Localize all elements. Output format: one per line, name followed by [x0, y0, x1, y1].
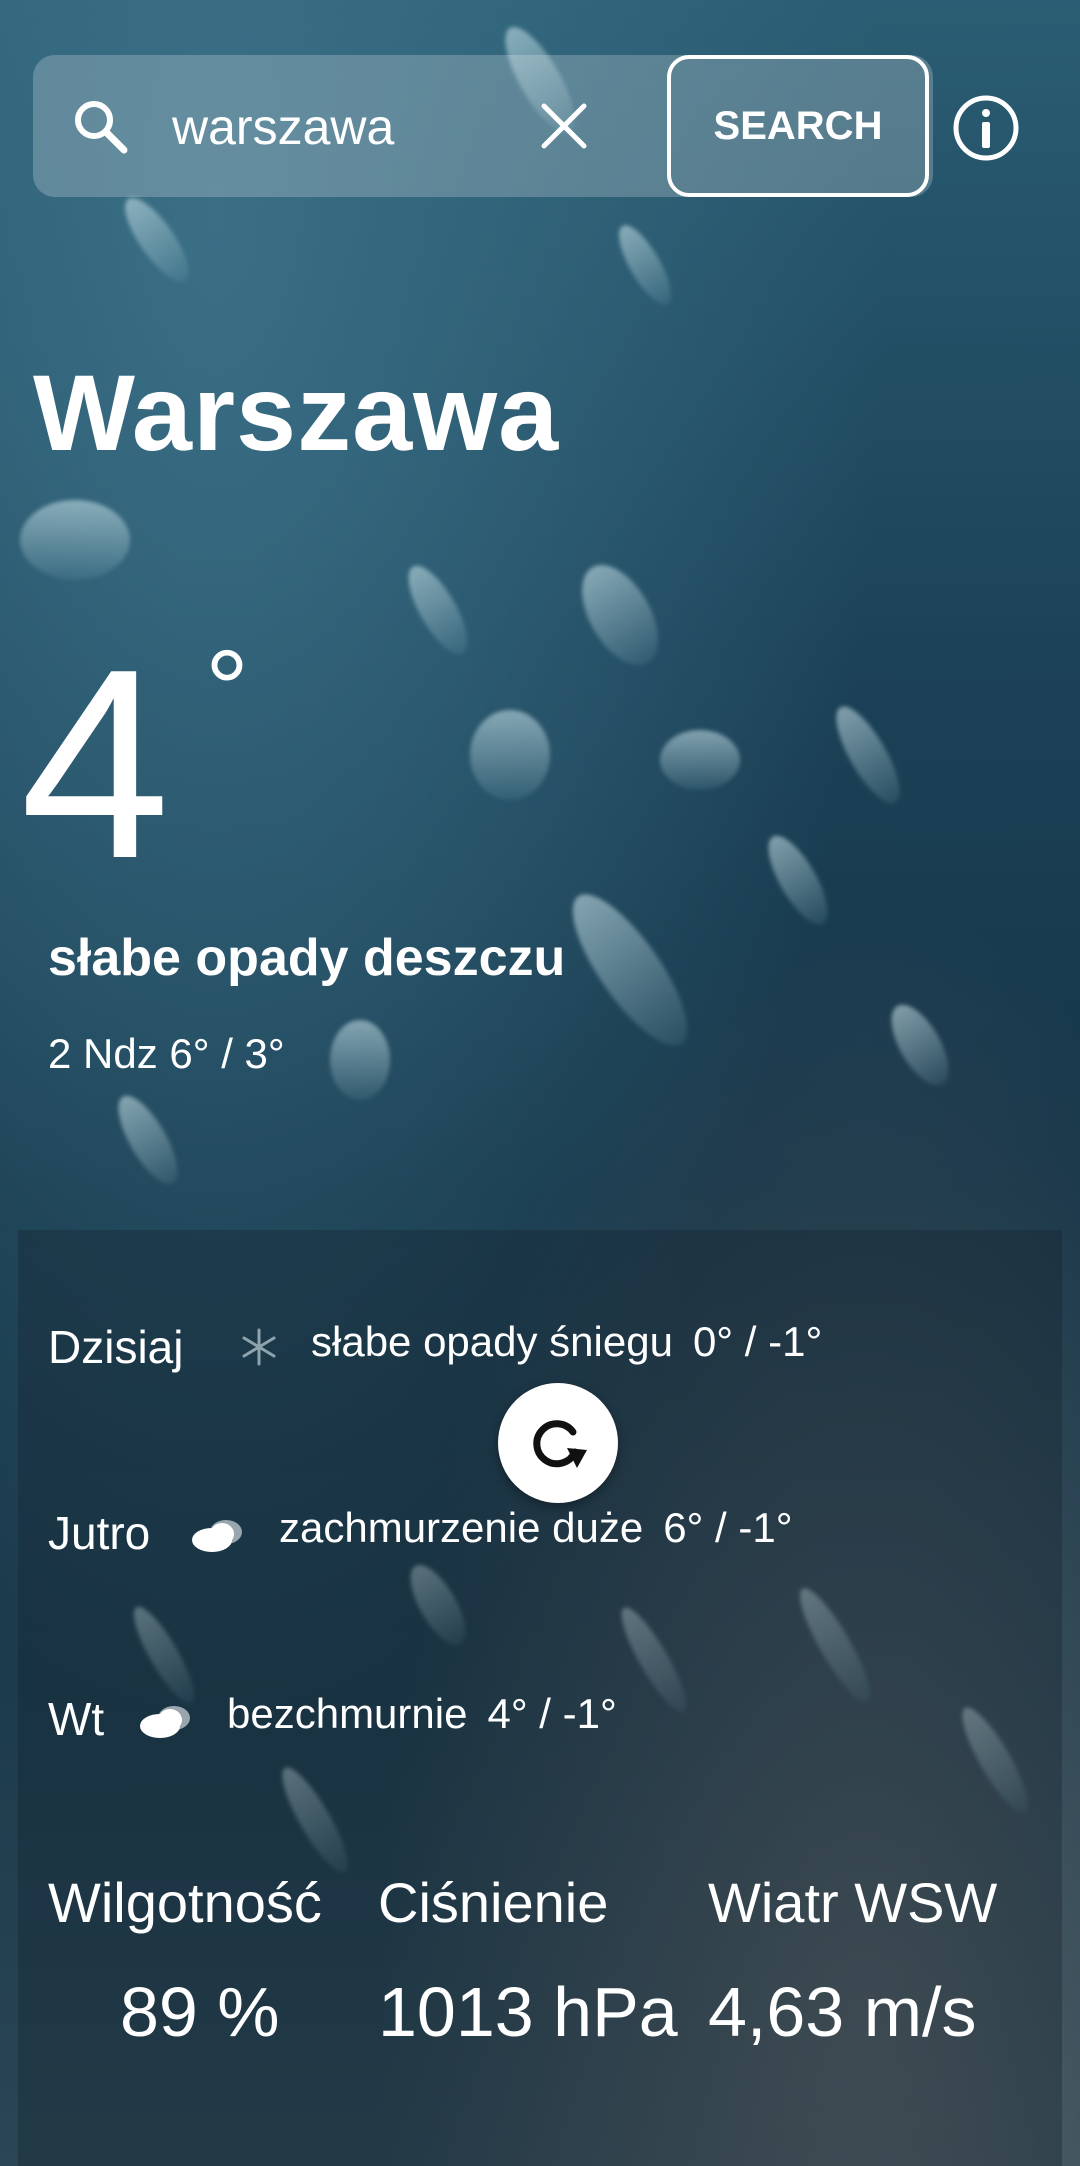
humidity-label: Wilgotność [48, 1871, 322, 1934]
city-title: Warszawa [33, 352, 560, 473]
forecast-day: Dzisiaj [48, 1321, 184, 1373]
cloud-icon [192, 1520, 242, 1552]
forecast-temperatures: 6° / -1° [663, 1504, 793, 1551]
forecast-description: zachmurzenie duże 6° / -1° [279, 1504, 793, 1551]
snowflake-icon [242, 1328, 276, 1366]
cloud-icon [140, 1706, 190, 1738]
forecast-day: Jutro [48, 1507, 151, 1559]
search-input[interactable] [170, 88, 514, 166]
humidity-value: 89 % [120, 1973, 280, 2051]
search-button[interactable]: SEARCH [667, 55, 929, 197]
pressure-label: Ciśnienie [378, 1871, 609, 1934]
forecast-day: Wt [48, 1693, 105, 1745]
forecast-description: słabe opady śniegu 0° / -1° [311, 1318, 823, 1365]
wind-value: 4,63 m/s [708, 1973, 977, 2051]
info-icon[interactable] [952, 94, 1020, 162]
wind-label: Wiatr WSW [708, 1871, 998, 1934]
forecast-description: bezchmurnie 4° / -1° [227, 1690, 617, 1737]
pressure-value: 1013 hPa [378, 1973, 678, 2051]
current-temperature: 4 [20, 614, 171, 915]
clear-search-icon[interactable] [538, 100, 590, 152]
forecast-temperatures: 0° / -1° [692, 1318, 823, 1365]
forecast-row-today: Dzisiaj słabe opady śniegu 0° / -1° [18, 1310, 1062, 1390]
temperature-unit: ° [205, 628, 249, 751]
search-icon[interactable] [70, 96, 130, 156]
refresh-button[interactable] [498, 1383, 618, 1503]
current-condition: słabe opady deszczu [48, 929, 566, 987]
forecast-row-tuesday: Wt bezchmurnie 4° / -1° [18, 1682, 1062, 1762]
refresh-icon [533, 1420, 587, 1468]
forecast-temperatures: 4° / -1° [487, 1690, 617, 1737]
date-temperature-range: 2 Ndz 6° / 3° [48, 1030, 285, 1077]
forecast-row-tomorrow: Jutro zachmurzenie duże 6° / -1° [18, 1496, 1062, 1576]
